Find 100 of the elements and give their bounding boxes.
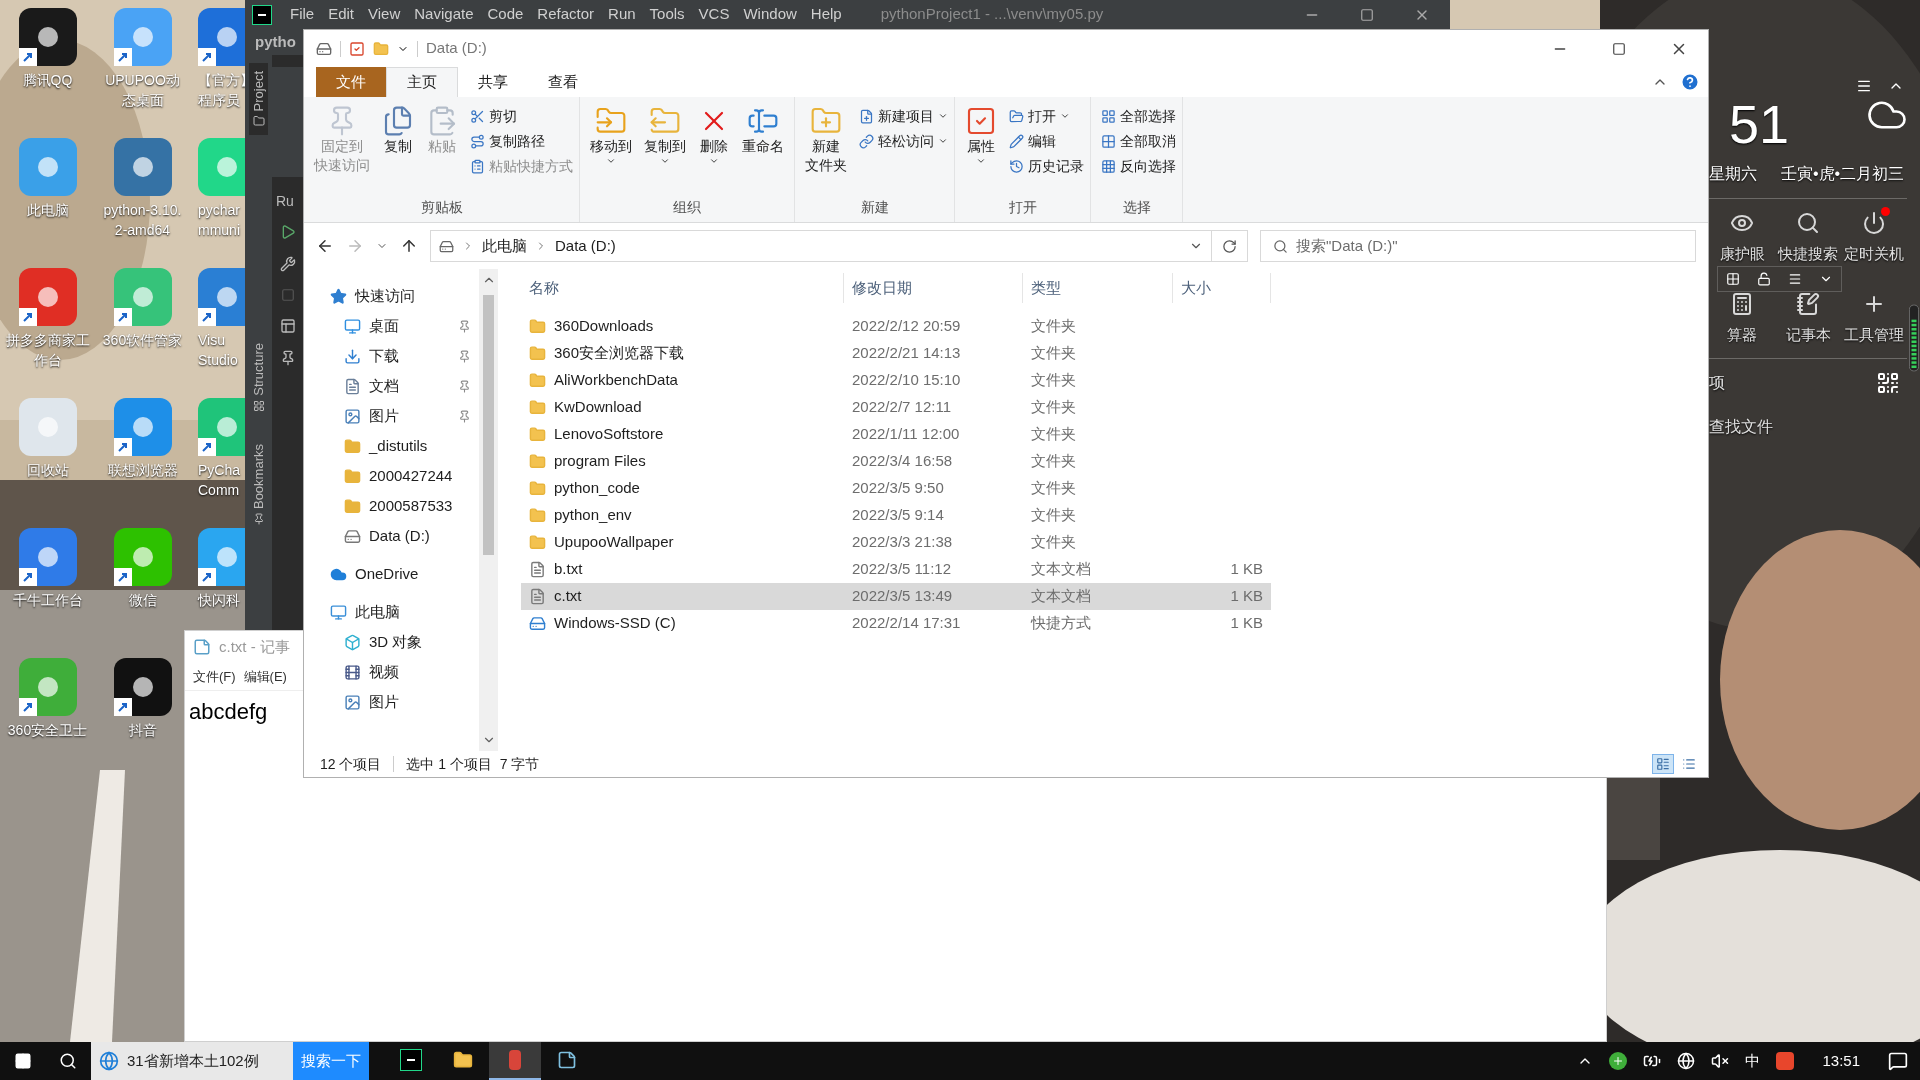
menu-item[interactable]: 编辑(E) <box>243 666 287 687</box>
input-tool-icon[interactable] <box>1776 1052 1795 1070</box>
ribbon-button[interactable]: 移动到 <box>586 105 636 166</box>
tool-label[interactable]: 定时关机 <box>1844 243 1904 266</box>
maximize-icon[interactable] <box>1360 7 1374 22</box>
nav-item[interactable]: Data (D:) <box>369 524 430 548</box>
ribbon-button[interactable]: 属性 <box>961 105 1001 166</box>
scrollbar[interactable] <box>479 269 498 751</box>
refresh-icon[interactable] <box>1222 238 1237 254</box>
ribbon-button[interactable]: 反向选择 <box>1101 155 1176 177</box>
qr-code-icon[interactable] <box>1876 371 1900 395</box>
clock[interactable]: 13:51 <box>1810 1049 1872 1073</box>
breadcrumb[interactable]: Data (D:) <box>555 234 616 258</box>
nav-item[interactable]: 下载 <box>369 344 399 368</box>
menu-item[interactable]: Window <box>736 3 804 26</box>
lock-icon[interactable] <box>1757 271 1772 286</box>
search-field[interactable]: 搜索"Data (D:)" <box>1260 230 1696 262</box>
column-header[interactable]: 修改日期 <box>852 276 912 300</box>
file-row[interactable]: LenovoSoftstore 2022/1/11 12:00 文件夹 <box>521 421 1271 448</box>
ribbon-tab[interactable]: 查看 <box>528 67 598 97</box>
menu-item[interactable]: Run <box>601 3 643 26</box>
menu-item[interactable]: File <box>283 3 322 26</box>
ribbon-button[interactable]: 复制到 <box>640 105 690 166</box>
ribbon-button[interactable]: 全部选择 <box>1101 105 1176 127</box>
menu-item[interactable]: Help <box>803 3 849 26</box>
file-row[interactable]: Windows-SSD (C) 2022/2/14 17:31 快捷方式 1 KB <box>521 610 1271 637</box>
file-row[interactable]: c.txt 2022/3/5 13:49 文本文档 1 KB <box>521 583 1271 610</box>
file-row[interactable]: UpupooWallpaper 2022/3/3 21:38 文件夹 <box>521 529 1271 556</box>
notifications-icon[interactable] <box>1888 1051 1908 1071</box>
back-icon[interactable] <box>316 237 334 255</box>
file-row[interactable]: python_code 2022/3/5 9:50 文件夹 <box>521 475 1271 502</box>
breadcrumb[interactable]: 此电脑 <box>482 234 527 258</box>
nav-item[interactable]: 2000587533 <box>369 494 453 518</box>
nav-item[interactable]: 图片 <box>369 690 399 714</box>
tool-icon[interactable] <box>1796 291 1820 316</box>
tool-icon[interactable] <box>1730 291 1754 316</box>
input-method[interactable]: 中 <box>1745 1049 1761 1073</box>
address-bar[interactable]: 此电脑 Data (D:) <box>430 230 1248 262</box>
ribbon-button[interactable]: 历史记录 <box>1009 155 1084 177</box>
maximize-icon[interactable] <box>1612 41 1626 56</box>
tool-label[interactable]: 工具管理 <box>1844 323 1904 346</box>
menu-item[interactable]: Refactor <box>530 3 602 26</box>
details-view-button[interactable] <box>1652 754 1674 774</box>
tool-icon[interactable] <box>1796 211 1820 235</box>
ribbon-button[interactable]: 新建 文件夹 <box>801 105 851 175</box>
menu-icon[interactable] <box>1856 78 1872 94</box>
run-tab[interactable]: Ru <box>272 191 303 212</box>
app-icon[interactable] <box>18 8 77 66</box>
ribbon-button[interactable]: 剪切 <box>470 105 573 127</box>
nav-item[interactable]: 快速访问 <box>355 284 415 308</box>
file-menu-tab[interactable]: 文件 <box>316 67 386 97</box>
menu-icon[interactable] <box>1787 271 1802 286</box>
nav-item[interactable]: 视频 <box>369 660 399 684</box>
search-icon[interactable] <box>59 1052 77 1070</box>
ribbon-button[interactable]: 重命名 <box>738 105 788 156</box>
network-icon[interactable] <box>1677 1052 1696 1070</box>
tool-label[interactable]: 记事本 <box>1785 323 1831 346</box>
grid-icon[interactable] <box>1726 271 1741 286</box>
ribbon-button[interactable]: 新建项目 <box>859 105 948 127</box>
file-row[interactable]: 360安全浏览器下载 2022/2/21 14:13 文件夹 <box>521 340 1271 367</box>
ribbon-button[interactable]: 全部取消 <box>1101 130 1176 152</box>
security-tray-icon[interactable] <box>1609 1052 1628 1070</box>
column-header[interactable]: 类型 <box>1031 276 1061 300</box>
menu-item[interactable]: Code <box>480 3 531 26</box>
ribbon-button[interactable]: 编辑 <box>1009 130 1084 152</box>
nav-item[interactable]: 文档 <box>369 374 399 398</box>
menu-item[interactable]: 文件(F) <box>193 666 236 687</box>
column-header[interactable]: 名称 <box>529 276 559 300</box>
ribbon-button[interactable]: 复制 <box>378 105 418 156</box>
nav-item[interactable]: 3D 对象 <box>369 630 423 654</box>
file-row[interactable]: KwDownload 2022/2/7 12:11 文件夹 <box>521 394 1271 421</box>
taskbar-app[interactable] <box>489 1042 541 1080</box>
menu-item[interactable]: View <box>361 3 408 26</box>
nav-item[interactable]: 桌面 <box>369 314 399 338</box>
ribbon-button[interactable]: 删除 <box>694 105 734 166</box>
help-icon[interactable] <box>1680 72 1700 92</box>
news-bar[interactable]: 31省新增本土102例 <box>91 1042 293 1080</box>
menu-item[interactable]: Tools <box>642 3 692 26</box>
tool-tab[interactable]: Project <box>248 63 269 136</box>
menu-item[interactable]: Edit <box>321 3 362 26</box>
volume-muted-icon[interactable] <box>1711 1052 1730 1070</box>
ribbon-tab[interactable]: 主页 <box>386 67 458 97</box>
ribbon-button[interactable]: 复制路径 <box>470 130 573 152</box>
file-row[interactable]: python_env 2022/3/5 9:14 文件夹 <box>521 502 1271 529</box>
app-icon[interactable] <box>18 528 77 586</box>
tool-label[interactable]: 算器 <box>1727 323 1757 346</box>
nav-item[interactable]: 图片 <box>369 404 399 428</box>
up-icon[interactable] <box>400 237 418 255</box>
nav-item[interactable]: _distutils <box>369 434 428 458</box>
tool-tab[interactable]: Structure <box>248 335 269 421</box>
list-item[interactable]: 项 <box>1709 371 1725 395</box>
file-row[interactable]: AliWorkbenchData 2022/2/10 15:10 文件夹 <box>521 367 1271 394</box>
layout-icon[interactable] <box>279 318 296 334</box>
find-files-link[interactable]: 查找文件 <box>1709 415 1920 439</box>
tool-tab[interactable]: Bookmarks <box>248 436 269 534</box>
column-header[interactable]: 大小 <box>1181 276 1211 300</box>
app-icon[interactable] <box>113 658 172 716</box>
file-row[interactable]: b.txt 2022/3/5 11:12 文本文档 1 KB <box>521 556 1271 583</box>
nav-item[interactable]: 2000427244 <box>369 464 453 488</box>
ribbon-button[interactable]: 轻松访问 <box>859 130 948 152</box>
